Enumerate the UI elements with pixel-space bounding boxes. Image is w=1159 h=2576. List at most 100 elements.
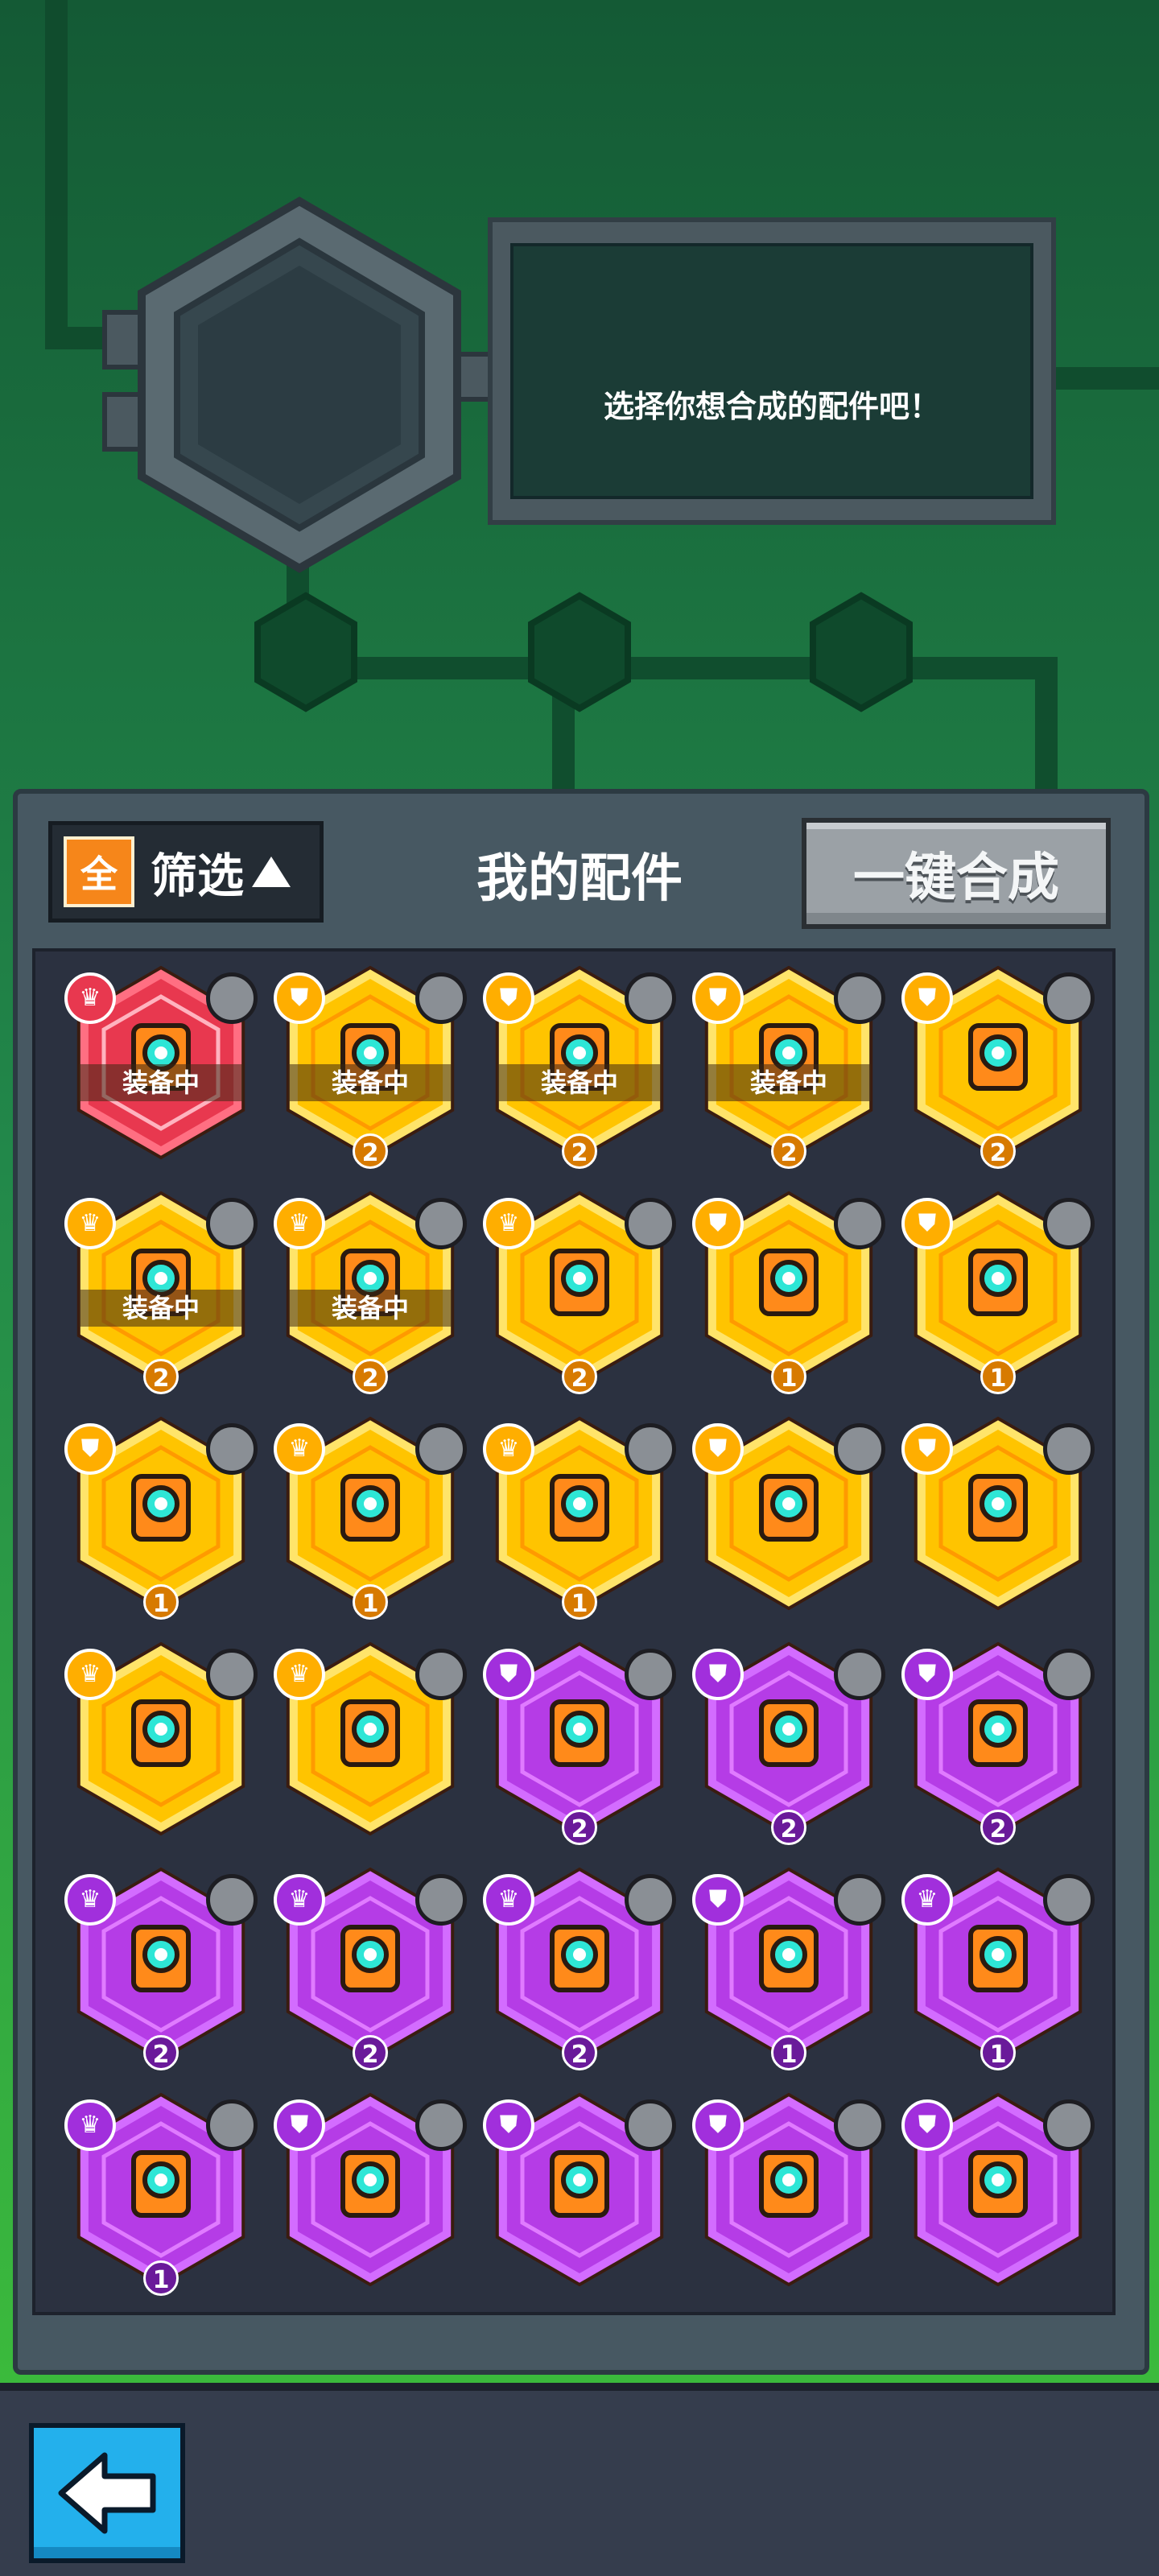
part-item[interactable]: ♛ 2 [64, 1860, 258, 2070]
prompt-text: 选择你想合成的配件吧！ [603, 389, 940, 424]
part-item[interactable]: ♛ 装备中 [64, 958, 258, 1167]
shield-badge-icon: ⛊ [901, 1198, 953, 1249]
part-item[interactable]: ⛊ 1 [64, 1409, 258, 1620]
part-item[interactable]: ⛊ 2 [483, 1634, 676, 1845]
level-badge: 1 [980, 1359, 1016, 1394]
part-item[interactable]: ⛊ 2 [901, 958, 1095, 1169]
part-item[interactable]: ♛ 1 [901, 1860, 1095, 2070]
part-item[interactable]: ⛊ [901, 1409, 1095, 1618]
crown-badge-icon: ♛ [274, 1874, 325, 1926]
brick-icon [834, 2099, 885, 2151]
shield-badge-icon: ⛊ [692, 1649, 744, 1700]
brick-icon [834, 972, 885, 1024]
dice-icon [415, 1649, 467, 1700]
shield-badge-icon: ⛊ [692, 2099, 744, 2151]
triangle-up-icon [252, 857, 291, 887]
part-item[interactable]: ⛊ [901, 2085, 1095, 2294]
shield-badge-icon: ⛊ [483, 2099, 534, 2151]
spiky-ball-icon [206, 1423, 258, 1475]
level-badge: 1 [562, 1584, 597, 1620]
shield-badge-icon: ⛊ [692, 972, 744, 1024]
part-item[interactable]: ⛊ 装备中 2 [692, 958, 885, 1169]
part-item[interactable]: ⛊ 1 [901, 1183, 1095, 1394]
crown-badge-icon: ♛ [274, 1649, 325, 1700]
equipped-label: 装备中 [497, 1064, 662, 1101]
part-item[interactable]: ♛ 1 [274, 1409, 467, 1620]
level-badge: 2 [353, 1359, 388, 1394]
crown-badge-icon: ♛ [901, 1874, 953, 1926]
watermelon-icon [834, 1649, 885, 1700]
part-item[interactable]: ⛊ [274, 2085, 467, 2294]
level-badge: 2 [980, 1810, 1016, 1845]
soccer-ball-icon [415, 1198, 467, 1249]
crown-badge-icon: ♛ [274, 1423, 325, 1475]
part-item[interactable]: ⛊ [483, 2085, 676, 2294]
shield-badge-icon: ⛊ [901, 2099, 953, 2151]
part-item[interactable]: ⛊ 2 [901, 1634, 1095, 1845]
level-badge: 2 [353, 1133, 388, 1169]
panel-title: 我的配件 [476, 849, 683, 909]
shield-badge-icon: ⛊ [901, 1649, 953, 1700]
crown-badge-icon: ♛ [483, 1874, 534, 1926]
shield-badge-icon: ⛊ [901, 1423, 953, 1475]
part-item[interactable]: ♛ 2 [483, 1860, 676, 2070]
shield-badge-icon: ⛊ [274, 2099, 325, 2151]
equipped-label: 装备中 [79, 1064, 243, 1101]
part-item[interactable]: ⛊ [692, 1409, 885, 1618]
target-icon [625, 972, 676, 1024]
level-badge: 2 [562, 1359, 597, 1394]
part-item[interactable]: ⛊ [692, 2085, 885, 2294]
one-click-merge-button[interactable]: 一键合成 [802, 818, 1111, 929]
part-item[interactable]: ♛ [274, 1634, 467, 1843]
crown-badge-icon: ♛ [64, 2099, 116, 2151]
level-badge: 2 [771, 1133, 806, 1169]
cone-icon [206, 1198, 258, 1249]
boomerang-icon [1043, 972, 1095, 1024]
level-badge: 2 [143, 2035, 179, 2070]
back-button[interactable] [29, 2423, 185, 2563]
part-item[interactable]: ♛ 2 [274, 1860, 467, 2070]
rocket-icon [415, 2099, 467, 2151]
crown-badge-icon: ♛ [64, 1649, 116, 1700]
shield-badge-icon: ⛊ [274, 972, 325, 1024]
level-badge: 1 [143, 2260, 179, 2296]
part-item[interactable]: ⛊ 2 [692, 1634, 885, 1845]
level-badge: 1 [353, 1584, 388, 1620]
shield-badge-icon: ⛊ [483, 972, 534, 1024]
prompt-box: 选择你想合成的配件吧！ [488, 217, 1056, 525]
shield-badge-icon: ⛊ [483, 1649, 534, 1700]
part-item[interactable]: ♛ [64, 1634, 258, 1843]
crown-badge-icon: ♛ [483, 1423, 534, 1475]
crown-badge-icon: ♛ [64, 972, 116, 1024]
level-badge: 2 [143, 1359, 179, 1394]
dice-icon [625, 1423, 676, 1475]
rocket-icon [834, 1198, 885, 1249]
level-badge: 1 [980, 2035, 1016, 2070]
brick-icon [1043, 1649, 1095, 1700]
part-item[interactable]: ⛊ 装备中 2 [483, 958, 676, 1169]
part-item[interactable]: ♛ 装备中 2 [274, 1183, 467, 1394]
soccer-ball-icon [415, 1874, 467, 1926]
part-item[interactable]: ♛ 1 [483, 1409, 676, 1620]
filter-button[interactable]: 全 筛选 [48, 821, 324, 923]
watermelon-icon [625, 2099, 676, 2151]
part-item[interactable]: ♛ 2 [483, 1183, 676, 1394]
boomerang-icon [834, 1874, 885, 1926]
level-badge: 2 [771, 1810, 806, 1845]
drill-icon [415, 1423, 467, 1475]
brick-icon [1043, 1198, 1095, 1249]
level-badge: 2 [562, 1133, 597, 1169]
level-badge: 2 [980, 1133, 1016, 1169]
soccer-ball-icon [206, 2099, 258, 2151]
part-item[interactable]: ♛ 装备中 2 [64, 1183, 258, 1394]
part-item[interactable]: ⛊ 1 [692, 1860, 885, 2070]
part-item[interactable]: ⛊ 装备中 2 [274, 958, 467, 1169]
part-item[interactable]: ⛊ 1 [692, 1183, 885, 1394]
drill-icon [1043, 1874, 1095, 1926]
rocket-icon [625, 1649, 676, 1700]
filter-label: 筛选 [151, 848, 245, 903]
part-item[interactable]: ♛ 1 [64, 2085, 258, 2296]
equipped-label: 装备中 [79, 1290, 243, 1327]
boomerang-icon [1043, 2099, 1095, 2151]
crown-badge-icon: ♛ [64, 1198, 116, 1249]
